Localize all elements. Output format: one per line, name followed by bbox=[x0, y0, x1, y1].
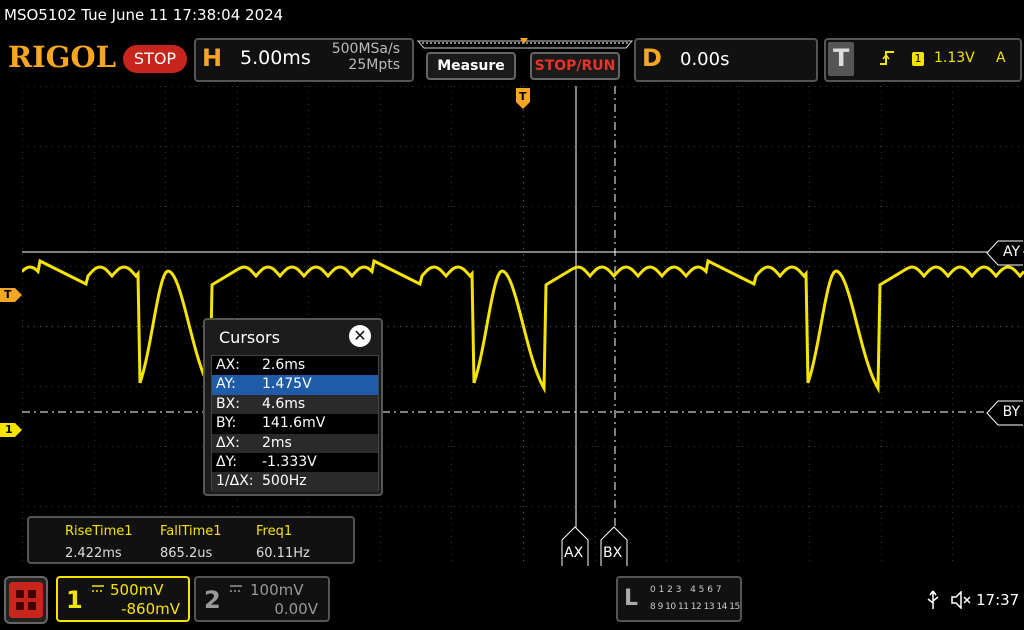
cursor-ax-label: AX bbox=[564, 545, 584, 561]
sample-rate-value: 500MSa/s bbox=[331, 41, 400, 57]
meas-name-rise: RiseTime1 bbox=[65, 524, 133, 539]
cursor-row-by: BY: 141.6mV bbox=[216, 415, 326, 432]
run-state-badge[interactable]: STOP bbox=[123, 45, 187, 73]
ch2-coupling-icon bbox=[230, 585, 242, 592]
logic-channels-high: 8 9 10 11 12 13 14 15 bbox=[650, 602, 740, 612]
trigger-channel-badge: 1 bbox=[912, 52, 924, 66]
ch2-scale: 100mV bbox=[250, 581, 304, 599]
clock: 17:37 bbox=[976, 591, 1020, 609]
memory-position-indicator bbox=[416, 38, 634, 49]
trigger-mode: A bbox=[996, 50, 1006, 66]
delay-value[interactable]: 0.00s bbox=[680, 49, 729, 70]
meas-name-freq: Freq1 bbox=[256, 524, 293, 539]
cursor-bx-tag[interactable]: BX bbox=[600, 526, 628, 566]
rigol-logo: RIGOL bbox=[8, 40, 117, 74]
ch2-panel[interactable]: 2 100mV 0.00V bbox=[194, 576, 330, 622]
sample-rate: 500MSa/s 25Mpts bbox=[300, 41, 400, 73]
trigger-position-marker: T bbox=[516, 88, 530, 110]
meas-name-fall: FallTime1 bbox=[160, 524, 222, 539]
cursor-row-ay[interactable]: AY: 1.475V bbox=[212, 375, 378, 395]
memory-depth-value: 25Mpts bbox=[348, 57, 400, 73]
menu-grid-button[interactable] bbox=[4, 576, 48, 624]
logic-panel[interactable]: L 0 1 2 3 4 5 6 7 8 9 10 11 12 13 14 15 bbox=[616, 576, 742, 622]
stop-run-button[interactable]: STOP/RUN bbox=[530, 52, 620, 80]
cursor-readout-list: AX: 2.6ms AY: 1.475V BX: 4.6ms BY: 141.6mV Δ… bbox=[211, 355, 379, 492]
meas-value-freq: 60.11Hz bbox=[256, 546, 310, 561]
ch1-offset-marker-label: 1 bbox=[5, 423, 13, 436]
cursors-panel[interactable]: Cursors ✕ AX: 2.6ms AY: 1.475V BX: 4.6ms BY… bbox=[203, 318, 383, 496]
trigger-level-marker-label: T bbox=[4, 288, 12, 301]
mute-icon[interactable] bbox=[951, 591, 971, 609]
cursor-row-ax: AX: 2.6ms bbox=[216, 357, 306, 373]
trigger-level-marker[interactable]: T bbox=[0, 288, 22, 302]
grid-menu-icon bbox=[9, 582, 43, 618]
logic-channels-low: 0 1 2 3 4 5 6 7 bbox=[650, 585, 722, 595]
cursor-by-label: BY bbox=[1002, 404, 1020, 420]
rising-edge-icon bbox=[880, 51, 894, 65]
cursor-bx-label: BX bbox=[603, 545, 623, 561]
cursor-row-dy: ΔY: -1.333V bbox=[216, 453, 317, 470]
measure-button[interactable]: Measure bbox=[426, 52, 516, 80]
status-title: MSO5102 Tue June 11 17:38:04 2024 bbox=[4, 6, 284, 24]
waveform-display[interactable] bbox=[22, 86, 1024, 566]
trigger-level[interactable]: 1.13V bbox=[934, 50, 975, 66]
waveform-grid bbox=[22, 86, 1024, 566]
ch1-number: 1 bbox=[66, 586, 83, 614]
cursor-row-dx: ΔX: 2ms bbox=[212, 433, 378, 453]
ch1-offset: -860mV bbox=[121, 600, 180, 618]
ch2-number: 2 bbox=[204, 586, 221, 614]
usb-icon bbox=[927, 590, 939, 609]
cursor-by-tag[interactable]: BY bbox=[986, 400, 1024, 426]
cursor-ay-label: AY bbox=[1002, 244, 1020, 260]
ch2-offset: 0.00V bbox=[274, 600, 318, 618]
cursor-row-inv-dx: 1/ΔX: 500Hz bbox=[212, 472, 378, 492]
meas-value-fall: 865.2us bbox=[160, 546, 213, 561]
cursor-ax-tag[interactable]: AX bbox=[561, 526, 589, 566]
ch1-panel[interactable]: 1 500mV -860mV bbox=[56, 576, 190, 622]
delay-letter: D bbox=[642, 44, 662, 72]
dc-coupling-icon bbox=[92, 585, 104, 592]
trigger-letter: T bbox=[833, 44, 850, 72]
meas-value-rise: 2.422ms bbox=[65, 546, 122, 561]
ch1-offset-marker[interactable]: 1 bbox=[0, 423, 22, 437]
cursor-ay-tag[interactable]: AY bbox=[986, 240, 1024, 266]
cursor-row-bx: BX: 4.6ms bbox=[212, 394, 378, 415]
ch1-trace bbox=[22, 258, 1024, 394]
close-icon[interactable]: ✕ bbox=[349, 325, 371, 347]
logic-letter: L bbox=[624, 586, 639, 611]
trigger-position-label: T bbox=[519, 90, 527, 103]
ch1-scale: 500mV bbox=[110, 581, 164, 599]
cursors-title: Cursors bbox=[219, 328, 280, 347]
measurement-panel[interactable]: RiseTime1 2.422ms FallTime1 865.2us Freq… bbox=[27, 516, 355, 564]
horizontal-letter: H bbox=[202, 44, 223, 72]
